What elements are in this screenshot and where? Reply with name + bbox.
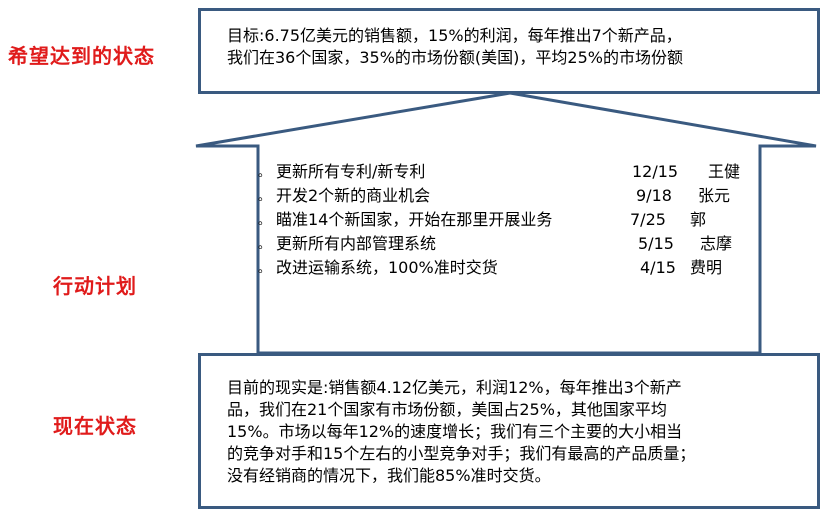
goal-line: 我们在36个国家，35%的市场份额(美国)，平均25%的市场份额 (227, 48, 683, 67)
bullet-icon: 。 (258, 261, 271, 275)
bullet-icon: 。 (258, 189, 271, 203)
plan-task: 开发2个新的商业机会 (276, 186, 431, 205)
bullet-icon: 。 (258, 165, 271, 179)
plan-task: 瞄准14个新国家，开始在那里开展业务 (276, 210, 553, 229)
bullet-icon: 。 (258, 237, 271, 251)
bullet-icon: 。 (258, 213, 271, 227)
plan-date: 5/15 (638, 234, 674, 253)
plan-owner: 志摩 (700, 234, 733, 253)
goal-line: 目标:6.75亿美元的销售额，15%的利润，每年推出7个新产品， (227, 26, 682, 45)
plan-task: 改进运输系统，100%准时交货 (276, 258, 498, 277)
current-state-label: 现在状态 (53, 414, 137, 438)
goal-state-box: 目标:6.75亿美元的销售额，15%的利润，每年推出7个新产品， 我们在36个国… (198, 8, 820, 94)
goal-state-label: 希望达到的状态 (8, 44, 155, 68)
current-state-box: 目前的现实是:销售额4.12亿美元，利润12%，每年推出3个新产 品，我们在21… (198, 353, 820, 509)
current-line: 没有经销商的情况下，我们能85%准时交货。 (227, 466, 551, 485)
current-line: 品，我们在21个国家有市场份额，美国占25%，其他国家平均 (227, 400, 667, 419)
plan-date: 7/25 (630, 210, 666, 229)
plan-owner: 郭 (690, 210, 707, 229)
plan-date: 4/15 (640, 258, 676, 277)
current-line: 目前的现实是:销售额4.12亿美元，利润12%，每年推出3个新产 (227, 378, 682, 397)
plan-owner: 费明 (690, 258, 723, 277)
plan-date: 12/15 (632, 162, 679, 181)
current-line: 15%。市场以每年12%的速度增长；我们有三个主要的大小相当 (227, 422, 683, 441)
action-plan-label: 行动计划 (53, 274, 137, 298)
plan-date: 9/18 (636, 186, 672, 205)
plan-owner: 王健 (708, 162, 741, 181)
current-line: 的竞争对手和15个左右的小型竞争对手；我们有最高的产品质量； (227, 444, 696, 463)
plan-owner: 张元 (698, 186, 731, 205)
plan-task: 更新所有内部管理系统 (276, 234, 437, 253)
plan-task: 更新所有专利/新专利 (276, 162, 426, 181)
